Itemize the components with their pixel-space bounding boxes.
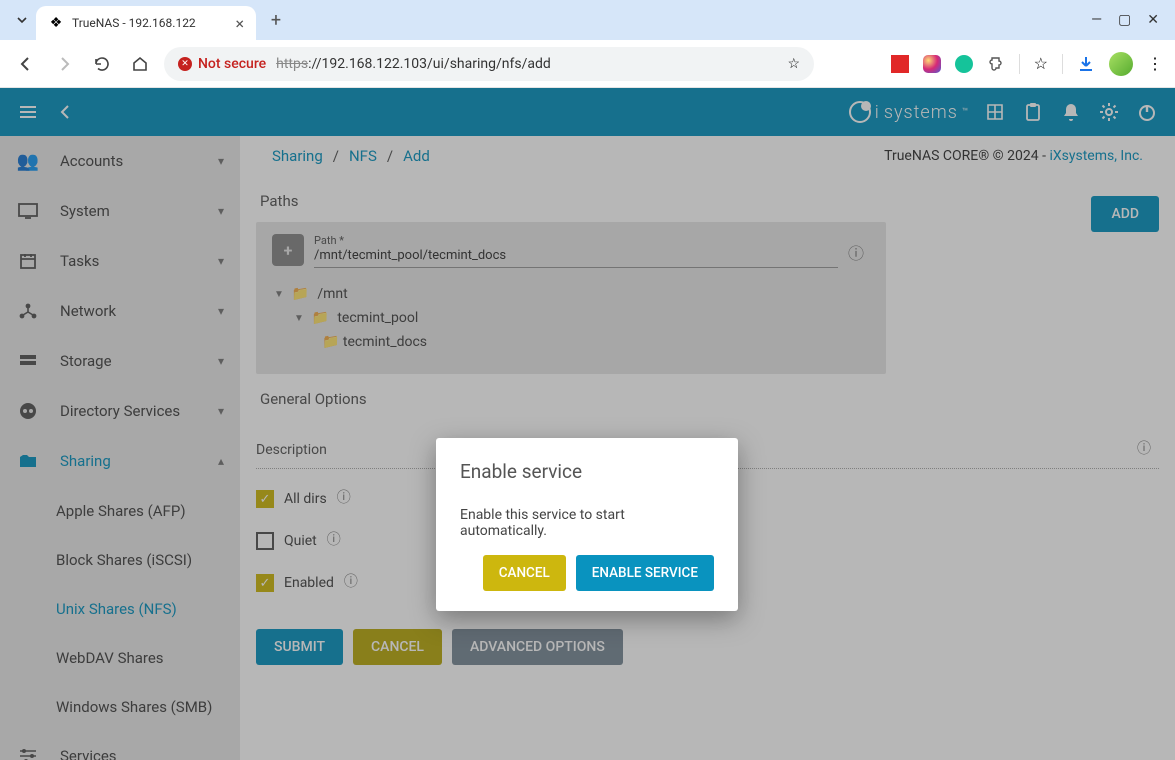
favicon-icon: ❖	[48, 15, 64, 31]
extensions-puzzle-icon[interactable]	[987, 55, 1005, 73]
url-text: https://192.168.122.103/ui/sharing/nfs/a…	[276, 56, 551, 72]
chrome-menu-icon[interactable]: ⋮	[1147, 54, 1163, 73]
maximize-icon[interactable]: ▢	[1118, 12, 1131, 28]
home-button[interactable]	[126, 50, 154, 78]
tab-title: TrueNAS - 192.168.122	[72, 16, 227, 30]
forward-button[interactable]	[50, 50, 78, 78]
address-bar[interactable]: ✕ Not secure https://192.168.122.103/ui/…	[164, 47, 814, 81]
modal-title: Enable service	[460, 460, 714, 483]
app-shell: isystems™ 👥Accounts▾ System▾ Tasks▾ Netw…	[0, 88, 1175, 760]
modal-scrim[interactable]	[0, 88, 1175, 760]
browser-toolbar: ✕ Not secure https://192.168.122.103/ui/…	[0, 40, 1175, 88]
tab-search-dropdown[interactable]	[8, 6, 36, 34]
browser-tab-strip: ❖ TrueNAS - 192.168.122 × + — ▢ ✕	[0, 0, 1175, 40]
bookmark-outline-icon[interactable]: ☆	[1034, 54, 1048, 73]
not-secure-icon: ✕	[178, 57, 192, 71]
extension-grammarly-icon[interactable]	[955, 55, 973, 73]
back-button[interactable]	[12, 50, 40, 78]
close-tab-icon[interactable]: ×	[235, 14, 244, 33]
enable-service-modal: Enable service Enable this service to st…	[436, 438, 738, 611]
downloads-icon[interactable]	[1077, 55, 1095, 73]
browser-tab[interactable]: ❖ TrueNAS - 192.168.122 ×	[36, 6, 256, 40]
modal-cancel-button[interactable]: CANCEL	[483, 555, 566, 591]
modal-enable-button[interactable]: ENABLE SERVICE	[576, 555, 714, 591]
close-window-icon[interactable]: ✕	[1147, 12, 1159, 28]
window-controls: — ▢ ✕	[1091, 12, 1167, 28]
bookmark-star-icon[interactable]: ☆	[787, 56, 800, 72]
modal-body: Enable this service to start automatical…	[460, 507, 714, 539]
reload-button[interactable]	[88, 50, 116, 78]
minimize-icon[interactable]: —	[1091, 12, 1102, 28]
extension-instagram-icon[interactable]	[923, 55, 941, 73]
extension-flipboard-icon[interactable]	[891, 55, 909, 73]
new-tab-button[interactable]: +	[262, 6, 290, 34]
profile-avatar[interactable]	[1109, 52, 1133, 76]
security-warning[interactable]: ✕ Not secure	[178, 56, 266, 72]
